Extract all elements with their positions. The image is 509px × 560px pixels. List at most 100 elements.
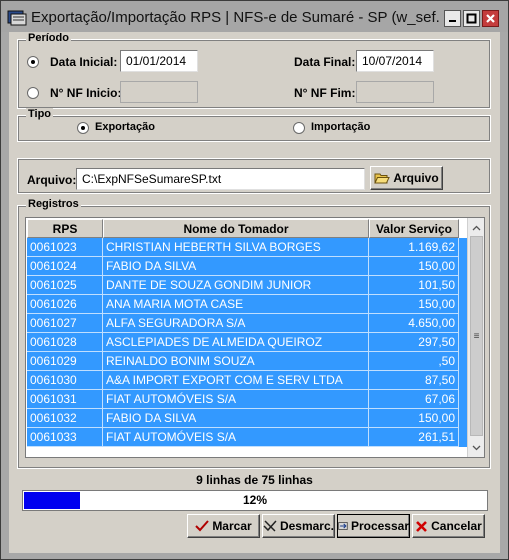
cell-nome-tomador: DANTE DE SOUZA GONDIM JUNIOR	[103, 276, 369, 295]
arquivo-button[interactable]: Arquivo	[370, 166, 443, 190]
cell-rps: 0061029	[27, 352, 103, 371]
cell-rps: 0061025	[27, 276, 103, 295]
table-row[interactable]: 0061032 FABIO DA SILVA 150,00	[27, 409, 467, 428]
scroll-thumb[interactable]: ≡	[470, 236, 483, 436]
cell-valor-servico: 297,50	[369, 333, 459, 352]
close-window-button[interactable]	[482, 10, 499, 27]
arquivo-label: Arquivo:	[27, 173, 77, 187]
cell-rps: 0061030	[27, 371, 103, 390]
chevron-down-icon	[472, 445, 481, 450]
column-header-rps[interactable]: RPS	[27, 219, 103, 238]
periodo-group: Período Data Inicial: 01/01/2014 Data Fi…	[17, 32, 491, 109]
chevron-up-icon	[472, 225, 481, 230]
process-icon	[338, 522, 348, 530]
nf-inicio-field[interactable]	[120, 81, 198, 103]
column-header-nome-tomador[interactable]: Nome do Tomador	[103, 219, 369, 238]
cell-valor-servico: 1.169,62	[369, 238, 459, 257]
cell-nome-tomador: FIAT AUTOMÓVEIS S/A	[103, 390, 369, 409]
processar-button[interactable]: Processar	[337, 514, 410, 538]
app-icon	[7, 10, 27, 26]
maximize-icon	[466, 13, 477, 24]
data-final-label: Data Final:	[294, 55, 356, 69]
cell-valor-servico: 150,00	[369, 295, 459, 314]
progress-text: 12%	[242, 493, 268, 507]
cell-rps: 0061033	[27, 428, 103, 447]
cell-valor-servico: 261,51	[369, 428, 459, 447]
cell-rps: 0061031	[27, 390, 103, 409]
cell-nome-tomador: ASCLEPIADES DE ALMEIDA QUEIROZ	[103, 333, 369, 352]
table-row[interactable]: 0061029 REINALDO BONIM SOUZA ,50	[27, 352, 467, 371]
table-body: 0061023 CHRISTIAN HEBERTH SILVA BORGES 1.1…	[27, 238, 467, 447]
marcar-button-label: Marcar	[212, 519, 252, 533]
close-icon	[486, 14, 495, 23]
scroll-up-button[interactable]	[469, 219, 484, 236]
minimize-button[interactable]	[444, 10, 461, 27]
cancelar-button-label: Cancelar	[431, 519, 482, 533]
table-row[interactable]: 0061033 FIAT AUTOMÓVEIS S/A 261,51	[27, 428, 467, 447]
data-final-field[interactable]: 10/07/2014	[356, 50, 434, 72]
cell-nome-tomador: REINALDO BONIM SOUZA	[103, 352, 369, 371]
cancelar-button[interactable]: Cancelar	[412, 514, 485, 538]
exportacao-label[interactable]: Exportação	[95, 121, 155, 133]
tipo-group-title: Tipo	[26, 108, 54, 120]
maximize-button[interactable]	[463, 10, 480, 27]
table-row[interactable]: 0061027 ALFA SEGURADORA S/A 4.650,00	[27, 314, 467, 333]
cell-rps: 0061024	[27, 257, 103, 276]
table-row[interactable]: 0061023 CHRISTIAN HEBERTH SILVA BORGES 1.1…	[27, 238, 467, 257]
periodo-group-title: Período	[26, 32, 71, 44]
table-row[interactable]: 0061028 ASCLEPIADES DE ALMEIDA QUEIROZ 297…	[27, 333, 467, 352]
cell-nome-tomador: ANA MARIA MOTA CASE	[103, 295, 369, 314]
exportacao-radio[interactable]	[77, 122, 89, 134]
minimize-icon	[449, 20, 456, 22]
window-title: Exportação/Importação RPS | NFS-e de Sum…	[31, 9, 441, 26]
check-mark-icon	[195, 520, 210, 532]
table-row[interactable]: 0061025 DANTE DE SOUZA GONDIM JUNIOR 101,5…	[27, 276, 467, 295]
desmarcar-button[interactable]: Desmarc.	[262, 514, 335, 538]
cell-nome-tomador: FIAT AUTOMÓVEIS S/A	[103, 428, 369, 447]
tipo-group: Tipo Exportação Importação	[17, 108, 491, 142]
nf-fim-field[interactable]	[356, 81, 434, 103]
cell-nome-tomador: CHRISTIAN HEBERTH SILVA BORGES	[103, 238, 369, 257]
cell-rps: 0061023	[27, 238, 103, 257]
cell-rps: 0061028	[27, 333, 103, 352]
cell-rps: 0061027	[27, 314, 103, 333]
title-bar[interactable]: Exportação/Importação RPS | NFS-e de Sum…	[1, 1, 508, 32]
cell-nome-tomador: FABIO DA SILVA	[103, 257, 369, 276]
table-scrollbar[interactable]: ≡	[467, 218, 484, 457]
periodo-nf-radio[interactable]	[27, 87, 39, 99]
registros-table: RPS Nome do Tomador Valor Serviço 006102…	[25, 217, 485, 458]
data-inicial-field[interactable]: 01/01/2014	[120, 50, 198, 72]
cell-nome-tomador: FABIO DA SILVA	[103, 409, 369, 428]
marcar-button[interactable]: Marcar	[187, 514, 260, 538]
progress-bar: 12%	[22, 490, 488, 511]
folder-open-icon	[374, 173, 391, 183]
cell-valor-servico: 150,00	[369, 257, 459, 276]
cell-nome-tomador: ALFA SEGURADORA S/A	[103, 314, 369, 333]
scroll-down-button[interactable]	[469, 439, 484, 456]
nf-inicio-label: N° NF Inicio:	[50, 86, 122, 100]
cell-valor-servico: ,50	[369, 352, 459, 371]
arquivo-button-label: Arquivo	[393, 171, 439, 185]
desmarcar-button-label: Desmarc.	[279, 519, 334, 533]
lines-count-text: 9 linhas de 75 linhas	[196, 473, 313, 487]
table-row[interactable]: 0061026 ANA MARIA MOTA CASE 150,00	[27, 295, 467, 314]
table-row[interactable]: 0061030 A&A IMPORT EXPORT COM E SERV LTDA…	[27, 371, 467, 390]
processar-button-label: Processar	[350, 519, 409, 533]
registros-group-title: Registros	[26, 198, 81, 210]
table-row[interactable]: 0061024 FABIO DA SILVA 150,00	[27, 257, 467, 276]
cell-valor-servico: 101,50	[369, 276, 459, 295]
importacao-label[interactable]: Importação	[311, 121, 370, 133]
table-row[interactable]: 0061031 FIAT AUTOMÓVEIS S/A 67,06	[27, 390, 467, 409]
data-inicial-label: Data Inicial:	[50, 55, 118, 69]
importacao-radio[interactable]	[293, 122, 305, 134]
table-header: RPS Nome do Tomador Valor Serviço	[27, 219, 459, 238]
cell-valor-servico: 150,00	[369, 409, 459, 428]
column-header-valor-servico[interactable]: Valor Serviço	[369, 219, 459, 238]
uncheck-icon	[263, 520, 277, 532]
arquivo-path-field[interactable]: C:\ExpNFSeSumareSP.txt	[76, 168, 365, 190]
nf-fim-label: N° NF Fim:	[294, 86, 356, 100]
cell-rps: 0061026	[27, 295, 103, 314]
periodo-data-radio[interactable]	[27, 56, 39, 68]
main-window: Exportação/Importação RPS | NFS-e de Sum…	[0, 0, 509, 560]
cell-rps: 0061032	[27, 409, 103, 428]
